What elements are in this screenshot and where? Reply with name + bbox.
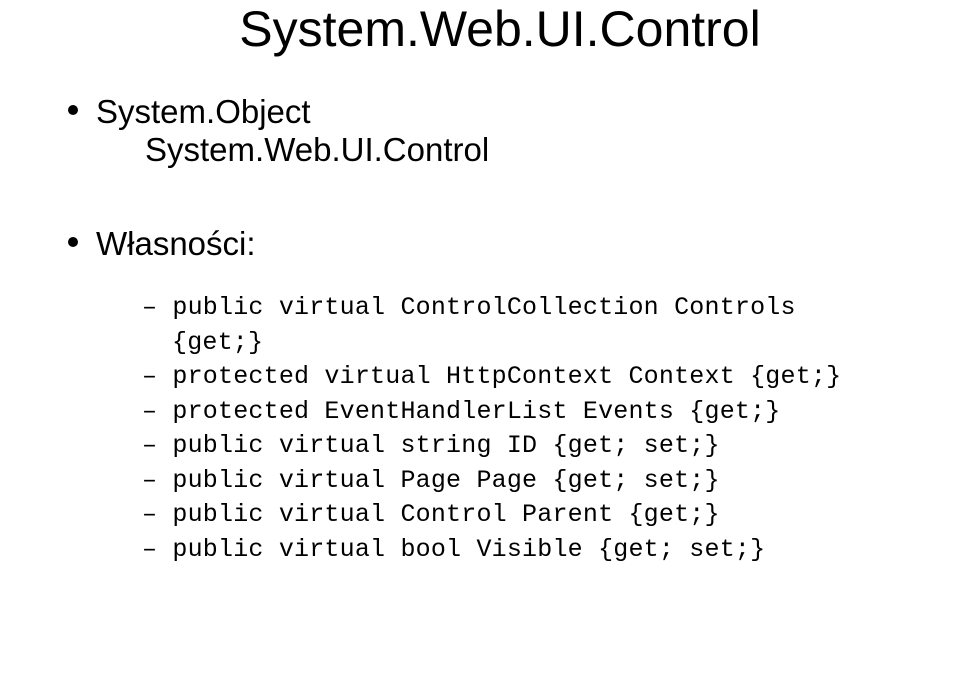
bullet-text-2: Własności: [96,225,256,262]
prop-line-3: – protected EventHandlerList Events {get… [142,395,930,430]
prop-line-2: – protected virtual HttpContext Context … [142,360,930,395]
indent-text-1: System.Web.UI.Control [145,131,930,169]
prop-line-1: – public virtual ControlCollection Contr… [142,291,930,326]
bullet-item-1: System.Object [68,93,930,131]
properties-block: – public virtual ControlCollection Contr… [142,291,930,567]
prop-line-6: – public virtual Control Parent {get;} [142,498,930,533]
prop-line-4: – public virtual string ID {get; set;} [142,429,930,464]
bullet-text-1: System.Object [96,93,311,130]
prop-line-7: – public virtual bool Visible {get; set;… [142,533,930,568]
prop-line-5: – public virtual Page Page {get; set;} [142,464,930,499]
bullet-icon [68,237,78,247]
page-title: System.Web.UI.Control [130,0,870,58]
bullet-icon [68,105,78,115]
prop-line-1-cont: {get;} [142,326,930,361]
bullet-item-2: Własności: [68,225,930,263]
